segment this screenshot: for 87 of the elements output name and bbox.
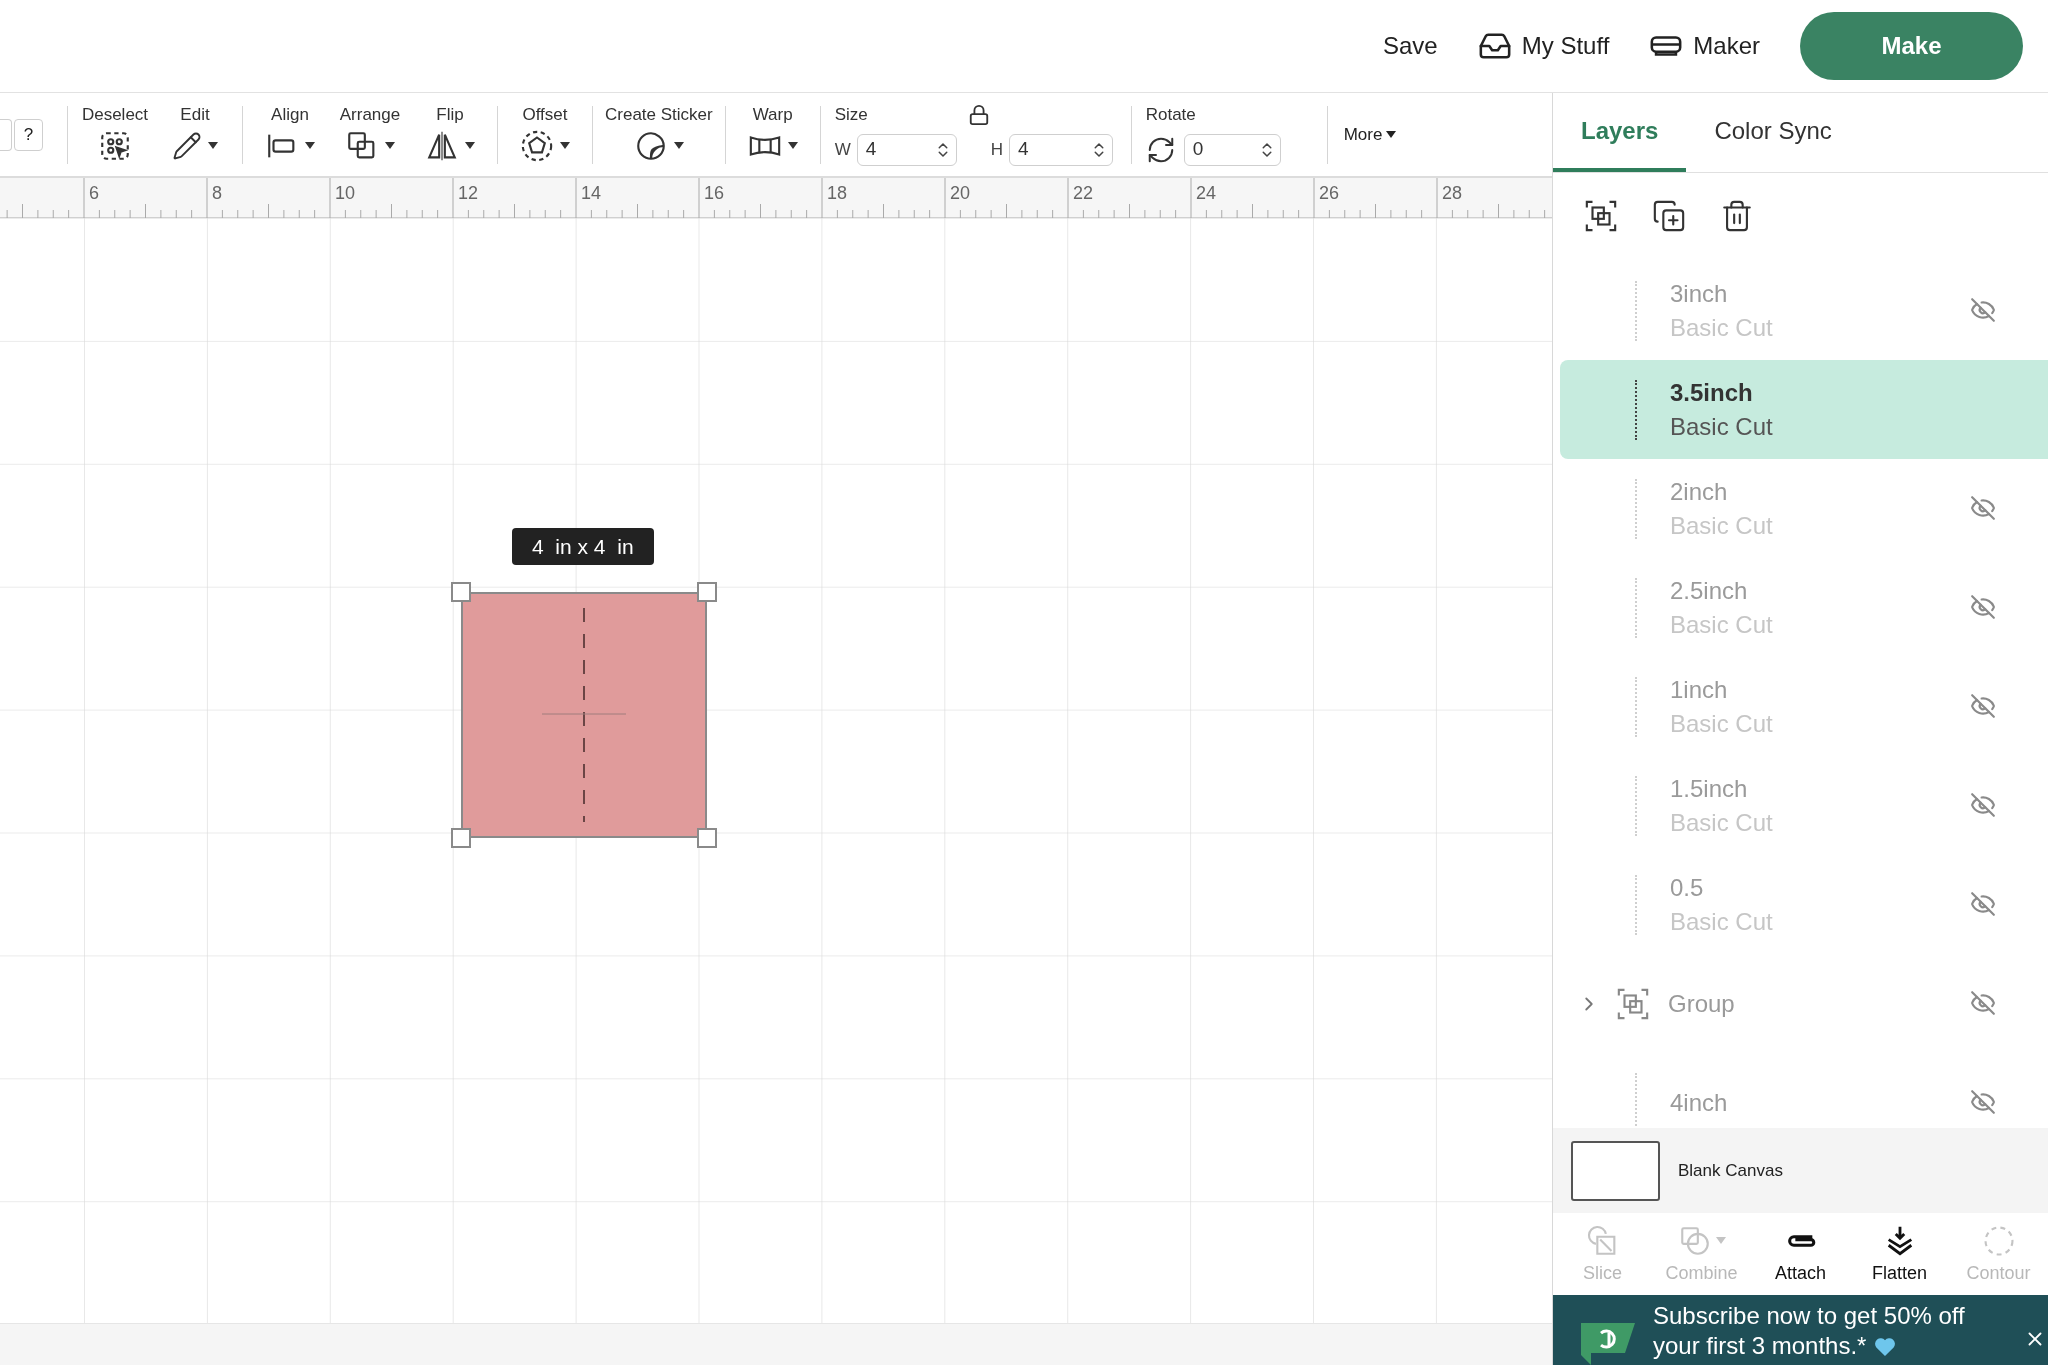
toolbar-tool[interactable]: Edit [156, 103, 234, 166]
layer-operation: Basic Cut [1670, 807, 1773, 838]
width-label: W [834, 138, 851, 161]
ruler-label: 18 [827, 182, 848, 205]
help-button[interactable]: ? [14, 118, 43, 151]
ruler-label: 14 [581, 182, 602, 205]
group-icon [1616, 986, 1650, 1021]
height-label: H [990, 138, 1004, 161]
eye-off-icon[interactable] [1970, 693, 1996, 719]
toolbar-tool[interactable]: Align [251, 103, 329, 166]
eye-off-icon[interactable] [1970, 495, 1996, 521]
resize-handle[interactable] [697, 582, 717, 602]
toolbar-tool[interactable]: Flip [411, 103, 489, 166]
size-tooltip: 4 in x 4 in [512, 528, 654, 565]
layer-operation: Basic Cut [1670, 708, 1773, 739]
layer-operation: Basic Cut [1670, 609, 1773, 640]
layer-operation: Basic Cut [1670, 906, 1773, 937]
promo-text: Subscribe now to get 50% off your first 3 months.* [1653, 1301, 1966, 1361]
layer-operation: Basic Cut [1670, 312, 1773, 343]
caret-icon [208, 142, 218, 149]
toolbar-tool[interactable]: Warp [733, 103, 812, 166]
action-button[interactable]: Attach [1751, 1221, 1850, 1287]
layer-name: 4inch [1670, 1087, 1728, 1118]
more-button[interactable]: More [1343, 121, 1397, 148]
layer-operation: Basic Cut [1670, 411, 1773, 442]
canvas-row[interactable]: Blank Canvas [1553, 1128, 2048, 1213]
eye-off-icon[interactable] [1970, 891, 1996, 917]
layer-item[interactable]: 3.5inch Basic Cut [1560, 360, 2048, 459]
layer-name: 1inch [1670, 674, 1729, 705]
heart-icon [1874, 1337, 1897, 1357]
nav-link[interactable]: Maker [1649, 28, 1760, 64]
toolbar-tool[interactable]: Deselect [76, 103, 154, 166]
action-button[interactable]: Flatten [1850, 1221, 1949, 1287]
eye-off-icon[interactable] [1970, 1089, 1996, 1115]
ruler-label: 24 [1196, 182, 1217, 205]
caret-icon [1715, 1237, 1726, 1244]
toolbar-field[interactable] [0, 118, 12, 151]
save-button[interactable]: Save [1383, 28, 1438, 64]
ruler-label: 20 [950, 182, 971, 205]
layer-name: 1.5inch [1670, 773, 1749, 804]
eye-off-icon[interactable] [1970, 594, 1996, 620]
caret-icon [1386, 131, 1397, 138]
caret-icon [673, 142, 684, 149]
width-field[interactable]: 4 [856, 133, 957, 166]
caret-icon [787, 142, 798, 149]
eye-off-icon[interactable] [1970, 792, 1996, 818]
layer-name: 3inch [1670, 278, 1729, 309]
size-label: Size [834, 103, 868, 126]
ruler-label: 28 [1442, 182, 1463, 205]
ruler-label: 16 [704, 182, 725, 205]
make-button[interactable]: Make [1800, 12, 2023, 80]
ruler-label: 12 [458, 182, 479, 205]
ruler-label: 8 [212, 182, 222, 205]
ruler-label: 26 [1319, 182, 1340, 205]
layer-name: 0.5 [1670, 872, 1705, 903]
toolbar-tool[interactable]: Offset [506, 103, 584, 166]
resize-handle[interactable] [451, 828, 471, 848]
layer-name: 2inch [1670, 476, 1729, 507]
caret-icon [560, 142, 570, 149]
group-icon[interactable] [1584, 198, 1618, 233]
toolbar-tool[interactable]: Arrange [331, 103, 409, 166]
ruler-label: 10 [335, 182, 356, 205]
layer-name: 3.5inch [1670, 377, 1754, 408]
duplicate-icon[interactable] [1652, 198, 1686, 233]
caret-icon [305, 142, 315, 149]
layer-name: Group [1668, 988, 1735, 1019]
height-field[interactable]: 4 [1009, 133, 1114, 166]
caret-icon [385, 142, 395, 149]
ruler-label: 22 [1073, 182, 1094, 205]
layer-name: 2.5inch [1670, 575, 1749, 606]
trash-icon[interactable] [1720, 198, 1754, 233]
eye-off-icon[interactable] [1970, 297, 1996, 323]
canvas-label: Blank Canvas [1678, 1159, 1783, 1182]
caret-icon [465, 142, 475, 149]
panel-tab[interactable]: Layers [1553, 93, 1687, 172]
nav-link[interactable]: My Stuff [1477, 28, 1610, 64]
pencil-icon [172, 130, 202, 161]
ruler-label: 6 [89, 182, 99, 205]
resize-handle[interactable] [697, 828, 717, 848]
layer-operation: Basic Cut [1670, 510, 1773, 541]
lock-icon[interactable] [967, 103, 990, 126]
panel-tab[interactable]: Color Sync [1686, 93, 1860, 172]
rotate-field[interactable]: 0 [1183, 133, 1281, 166]
rotate-label: Rotate [1145, 103, 1197, 126]
eye-off-icon[interactable] [1970, 990, 1996, 1016]
resize-handle[interactable] [451, 582, 471, 602]
toolbar-tool[interactable]: Create Sticker [601, 103, 717, 166]
